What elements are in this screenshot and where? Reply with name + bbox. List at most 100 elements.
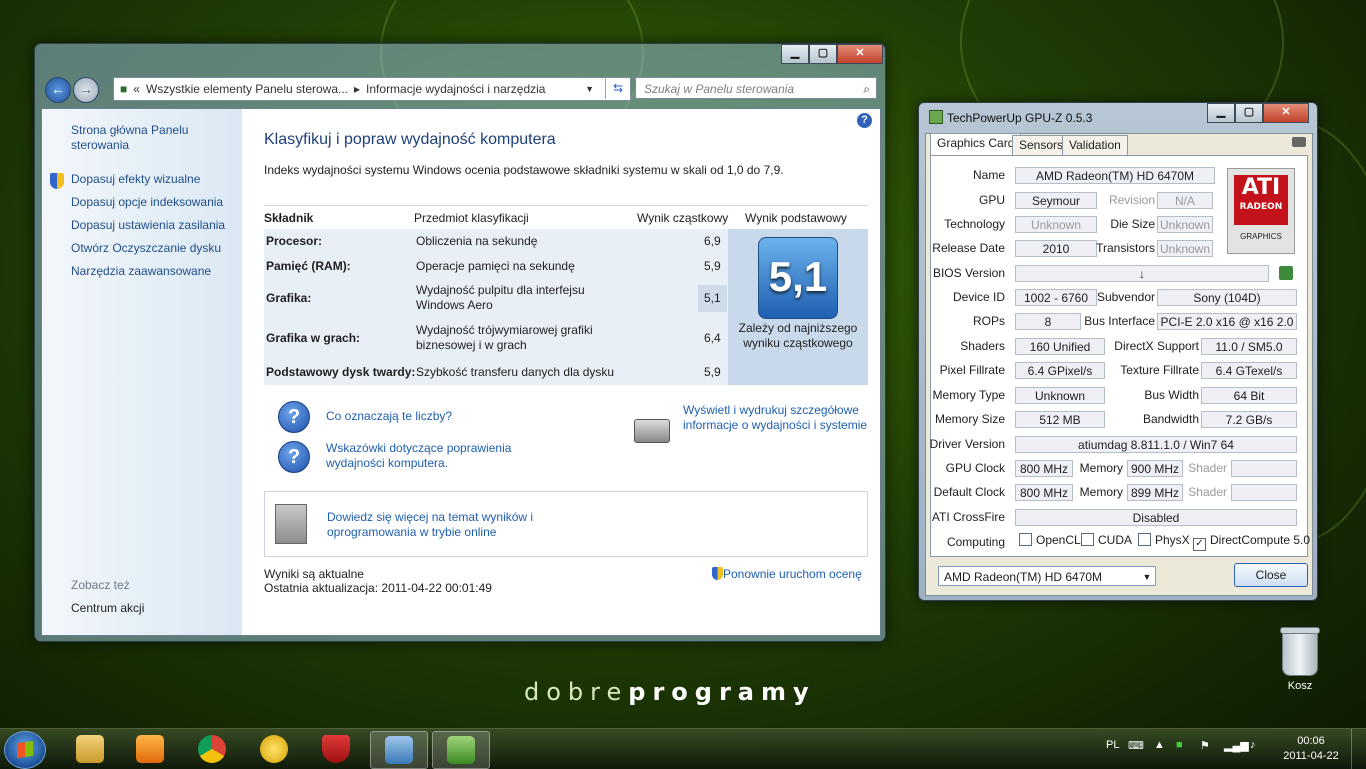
rerun-assessment-link[interactable]: Ponownie uruchom ocenę (712, 567, 862, 582)
volume-icon[interactable]: ♪ (1250, 739, 1256, 751)
link-what-mean[interactable]: Co oznaczają te liczby? (326, 409, 452, 424)
value-default-clock: 800 MHz (1015, 484, 1073, 501)
refresh-icon[interactable]: ⇆ (605, 77, 630, 99)
breadcrumb-chevron[interactable]: « (133, 82, 140, 96)
link-learn-more[interactable]: Dowiedz się więcej na temat wyników i op… (327, 510, 547, 540)
row-subject: Wydajność pulpitu dla interfejsu Windows… (416, 283, 585, 312)
value-name: AMD Radeon(TM) HD 6470M (1015, 167, 1215, 184)
table-row: Pamięć (RAM): Operacje pamięci na sekund… (264, 254, 728, 279)
label-shader-clock: Shader (1188, 461, 1227, 475)
sidebar-home-link[interactable]: Strona główna Panelu sterowania (71, 123, 221, 153)
value-texture-fillrate: 6.4 GTexel/s (1201, 362, 1297, 379)
show-desktop-button[interactable] (1351, 729, 1366, 769)
language-indicator[interactable]: PL (1106, 739, 1119, 751)
sidebar-link-action-center[interactable]: Centrum akcji (71, 601, 144, 616)
search-input[interactable]: Szukaj w Panelu sterowania ⌕ (635, 77, 877, 99)
green-app-icon[interactable]: ■ (1176, 739, 1183, 751)
value-default-shader (1231, 484, 1297, 501)
close-button[interactable]: ✕ (1263, 103, 1309, 123)
taskbar-transfer[interactable] (246, 731, 302, 767)
navigation-bar: ← → ■ « Wszystkie elementy Panelu sterow… (41, 74, 879, 104)
label-crossfire: ATI CrossFire (931, 510, 1005, 524)
taskbar-control-panel[interactable] (370, 731, 428, 769)
header-component: Składnik (264, 211, 314, 225)
bios-save-icon[interactable] (1279, 266, 1293, 280)
checkbox-opencl[interactable]: OpenCL (1019, 533, 1081, 547)
address-bar[interactable]: ■ « Wszystkie elementy Panelu sterowa...… (113, 77, 631, 101)
back-arrow-icon[interactable]: ← (45, 77, 71, 103)
maximize-button[interactable]: ▢ (809, 44, 837, 64)
value-shaders: 160 Unified (1015, 338, 1105, 355)
gpuz-title: TechPowerUp GPU-Z 0.5.3 (929, 110, 1092, 125)
taskbar-clock[interactable]: 00:06 2011-04-22 (1278, 734, 1344, 764)
network-signal-icon[interactable]: ▂▄▆ (1224, 739, 1249, 752)
gpuz-close-button[interactable]: Close (1234, 563, 1308, 587)
sidebar-link-visual-effects[interactable]: Dopasuj efekty wizualne (71, 172, 200, 187)
row-subject: Operacje pamięci na sekundę (416, 259, 575, 273)
keyboard-icon[interactable]: ⌨ (1128, 739, 1144, 752)
label-texture-fillrate: Texture Fillrate (1120, 363, 1199, 377)
value-memory-type: Unknown (1015, 387, 1105, 404)
tab-graphics-card[interactable]: Graphics Card (930, 133, 1022, 155)
row-subject: Szybkość transferu danych dla dysku (416, 365, 615, 379)
camera-icon[interactable] (1292, 137, 1306, 147)
label-memory-clock: Memory (1079, 461, 1123, 475)
taskbar: PL ⌨ ▲ ■ ⚑ ▂▄▆ ♪ 00:06 2011-04-22 (0, 728, 1366, 769)
row-subject: Wydajność trójwymiarowej grafiki bizneso… (416, 323, 593, 352)
address-dropdown-icon[interactable]: ▼ (585, 84, 594, 94)
folder-icon (76, 735, 104, 763)
base-score-tile: 5,1 (758, 237, 838, 319)
taskbar-mcafee[interactable] (308, 731, 364, 767)
gpuz-caption-buttons: ▁ ▢ ✕ (1207, 103, 1309, 123)
taskbar-gpuz[interactable] (432, 731, 490, 769)
close-button[interactable]: ✕ (837, 44, 883, 64)
value-driver-version: atiumdag 8.811.1.0 / Win7 64 (1015, 436, 1297, 453)
sidebar-link-advanced-tools[interactable]: Narzędzia zaawansowane (71, 264, 211, 279)
link-tips[interactable]: Wskazówki dotyczące poprawienia wydajnoś… (326, 441, 526, 471)
breadcrumb-separator[interactable]: ▸ (354, 82, 360, 96)
row-score: 5,9 (704, 365, 721, 379)
breadcrumb-all-items[interactable]: Wszystkie elementy Panelu sterowa... (146, 82, 348, 96)
value-bios-version: ↓ (1015, 265, 1269, 282)
taskbar-media-player[interactable] (122, 731, 178, 767)
sidebar-link-power[interactable]: Dopasuj ustawienia zasilania (71, 218, 225, 233)
breadcrumb-current[interactable]: Informacje wydajności i narzędzia (366, 82, 545, 96)
chrome-icon (198, 735, 226, 763)
checkbox-directcompute[interactable]: ✓ DirectCompute 5.0 (1193, 533, 1310, 551)
value-technology: Unknown (1015, 216, 1097, 233)
question-icon: ? (278, 441, 310, 473)
graphics-card-panel: Name AMD Radeon(TM) HD 6470M ATI RADEON G… (930, 155, 1310, 557)
row-score: 5,9 (704, 259, 721, 273)
base-score-note: Zależy od najniższego wyniku cząstkowego (738, 321, 858, 350)
sidebar-link-indexing[interactable]: Dopasuj opcje indeksowania (71, 195, 223, 210)
value-memory-clock: 900 MHz (1127, 460, 1183, 477)
checkbox-physx[interactable]: PhysX (1138, 533, 1190, 547)
show-hidden-icons[interactable]: ▲ (1154, 739, 1165, 751)
taskbar-chrome[interactable] (184, 731, 240, 767)
label-revision: Revision (1108, 193, 1155, 207)
clock-date: 2011-04-22 (1283, 750, 1339, 762)
help-icon[interactable]: ? (857, 113, 872, 128)
recycle-bin[interactable]: Kosz (1272, 627, 1328, 692)
taskbar-explorer[interactable] (62, 731, 118, 767)
chevron-down-icon[interactable]: ▼ (1139, 567, 1155, 585)
minimize-button[interactable]: ▁ (1207, 103, 1235, 123)
maximize-button[interactable]: ▢ (1235, 103, 1263, 123)
link-print-details[interactable]: Wyświetl i wydrukuj szczegółowe informac… (683, 403, 873, 433)
sidebar-link-disk-cleanup[interactable]: Otwórz Oczyszczanie dysku (71, 241, 221, 256)
label-default-memory: Memory (1079, 485, 1123, 499)
card-select[interactable]: AMD Radeon(TM) HD 6470M ▼ (938, 566, 1156, 586)
minimize-button[interactable]: ▁ (781, 44, 809, 64)
tab-validation[interactable]: Validation (1062, 135, 1128, 155)
question-icon: ? (278, 401, 310, 433)
start-button[interactable] (4, 731, 46, 769)
value-bandwidth: 7.2 GB/s (1201, 411, 1297, 428)
value-subvendor: Sony (104D) (1157, 289, 1297, 306)
table-row: Grafika w grach: Wydajność trójwymiarowe… (264, 319, 728, 359)
checkbox-cuda[interactable]: CUDA (1081, 533, 1132, 547)
search-icon[interactable]: ⌕ (863, 78, 870, 100)
action-center-flag-icon[interactable]: ⚑ (1200, 739, 1210, 752)
value-bus-width: 64 Bit (1201, 387, 1297, 404)
forward-arrow-icon[interactable]: → (73, 77, 99, 103)
row-score-lowest: 5,1 (698, 285, 727, 312)
